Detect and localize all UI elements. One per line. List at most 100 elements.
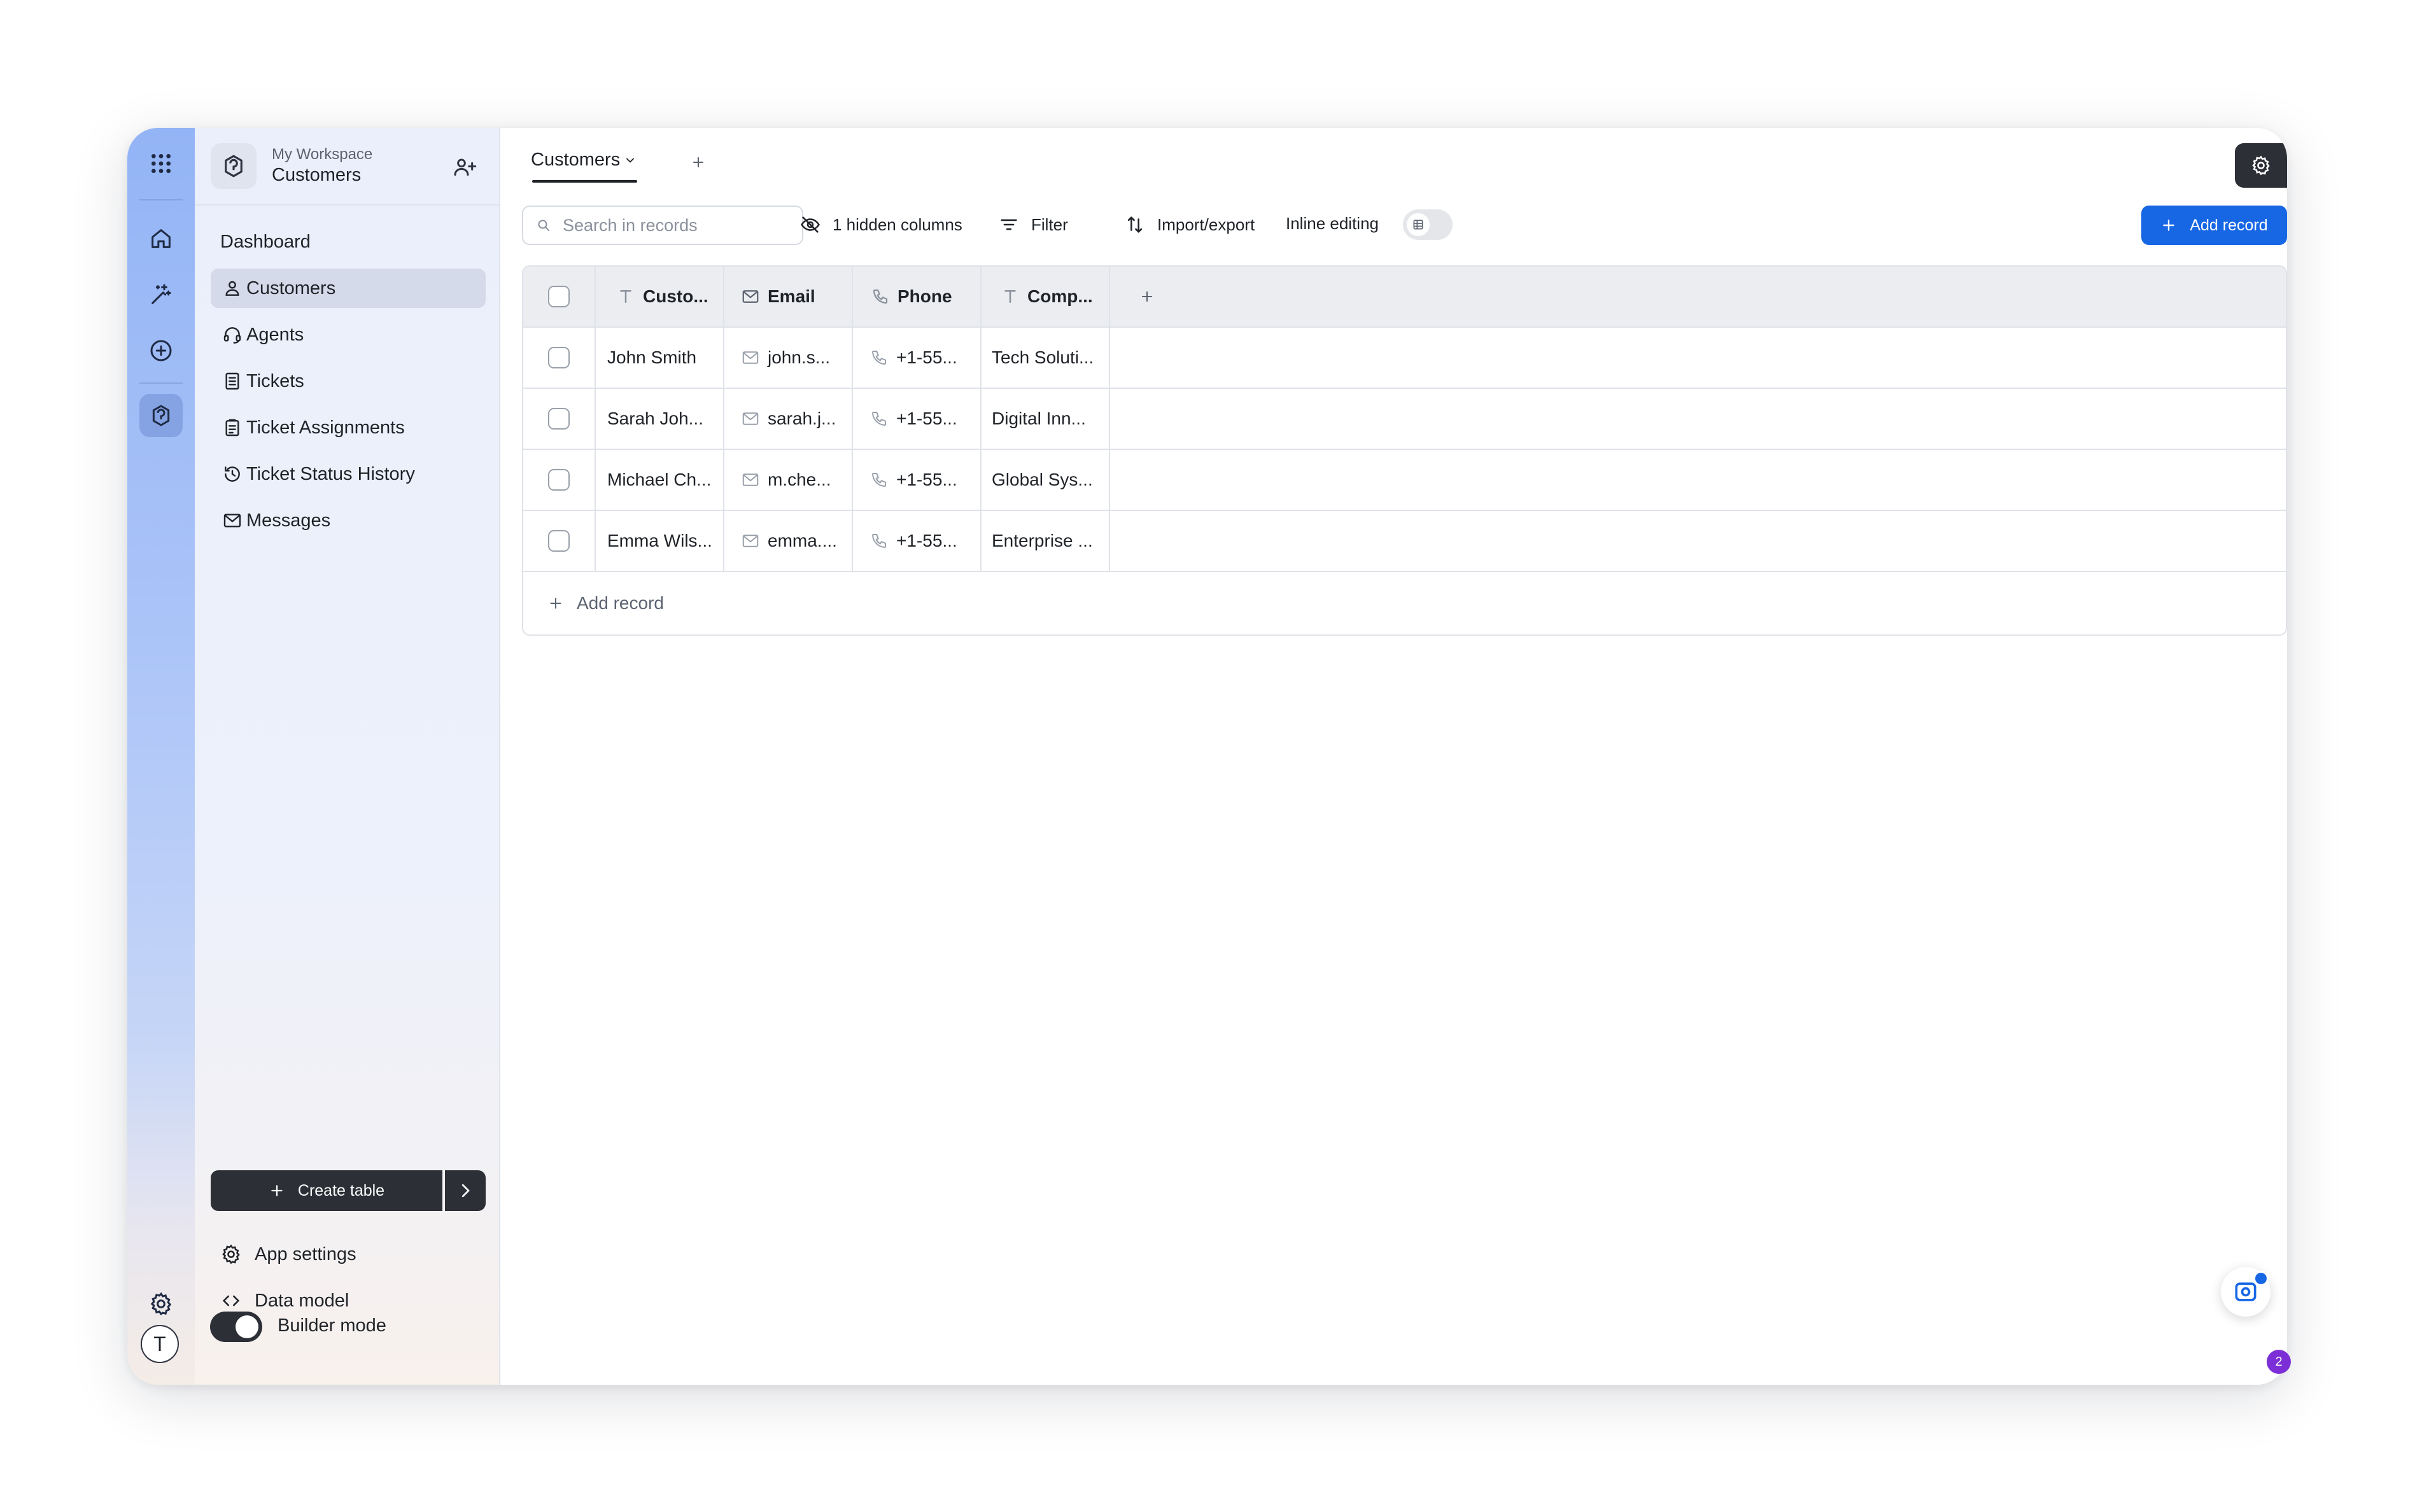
phone-cell[interactable]: +1-55...	[853, 389, 982, 449]
hidden-columns-button[interactable]: 1 hidden columns	[799, 214, 962, 235]
current-app-icon[interactable]	[139, 394, 183, 437]
add-record-row[interactable]: Add record	[523, 572, 2286, 634]
table-row[interactable]: Michael Ch... m.che... +1-55... Global S…	[523, 450, 2286, 511]
sidebar-item-customers[interactable]: Customers	[211, 269, 486, 308]
create-table-label: Create table	[297, 1181, 385, 1200]
app-name[interactable]: Customers	[272, 165, 361, 186]
chevron-down-icon	[626, 158, 635, 163]
phone-cell[interactable]: +1-55...	[853, 328, 982, 388]
sidebar-item-label: Tickets	[246, 370, 304, 391]
select-all-checkbox[interactable]	[548, 286, 570, 307]
inline-editing-text: Inline editing	[1286, 214, 1379, 233]
phone-value: +1-55...	[896, 531, 957, 550]
sidebar-item-ticket-assignments[interactable]: Ticket Assignments	[211, 408, 486, 447]
company-cell[interactable]: Enterprise ...	[982, 511, 1110, 571]
sidebar-item-tickets[interactable]: Tickets	[211, 361, 486, 401]
search-icon	[538, 220, 549, 231]
sidebar-item-label: Ticket Status History	[246, 463, 415, 484]
email-cell[interactable]: emma....	[724, 511, 853, 571]
row-select-cell	[523, 450, 596, 510]
active-tab-indicator	[532, 180, 637, 183]
data-model-link[interactable]: Data model	[220, 1290, 349, 1312]
plus-icon	[550, 598, 561, 609]
create-table-button[interactable]: Create table	[211, 1170, 442, 1211]
document-icon	[222, 371, 243, 391]
company-cell[interactable]: Digital Inn...	[982, 389, 1110, 449]
inline-editing-toggle[interactable]	[1403, 209, 1453, 240]
tab-customers[interactable]: Customers	[531, 150, 637, 171]
view-settings-button[interactable]	[2235, 143, 2287, 188]
column-header-customer[interactable]: Custo...	[596, 267, 724, 326]
magic-wand-icon[interactable]	[139, 273, 183, 316]
company-cell[interactable]: Global Sys...	[982, 450, 1110, 510]
add-record-button[interactable]: Add record	[2141, 206, 2287, 245]
search-input[interactable]	[561, 214, 793, 236]
add-tab-icon[interactable]	[689, 153, 707, 171]
column-header-email[interactable]: Email	[724, 267, 853, 326]
create-table-more-button[interactable]	[445, 1170, 486, 1211]
builder-mode-toggle[interactable]	[210, 1312, 262, 1342]
import-export-icon	[1127, 216, 1143, 233]
user-avatar[interactable]: T	[141, 1325, 179, 1363]
home-icon[interactable]	[139, 217, 183, 260]
add-column-button[interactable]	[1110, 267, 1184, 326]
workspace-name[interactable]: My Workspace	[272, 146, 372, 164]
sidebar-item-agents[interactable]: Agents	[211, 315, 486, 354]
row-select-cell	[523, 389, 596, 449]
row-select-cell	[523, 511, 596, 571]
row-checkbox[interactable]	[548, 530, 570, 552]
app-grid-icon[interactable]	[139, 142, 183, 185]
add-circle-icon[interactable]	[139, 329, 183, 372]
customer-cell[interactable]: Emma Wils...	[596, 511, 724, 571]
import-export-button[interactable]: Import/export	[1124, 214, 1255, 235]
email-cell[interactable]: sarah.j...	[724, 389, 853, 449]
invite-user-icon[interactable]	[451, 153, 479, 181]
row-checkbox[interactable]	[548, 347, 570, 368]
filter-label: Filter	[1031, 214, 1068, 234]
email-cell[interactable]: john.s...	[724, 328, 853, 388]
import-export-label: Import/export	[1157, 214, 1255, 234]
icon-rail: T	[127, 128, 195, 1385]
phone-cell[interactable]: +1-55...	[853, 511, 982, 571]
table-row[interactable]: Sarah Joh... sarah.j... +1-55... Digital…	[523, 389, 2286, 450]
workspace-logo-icon[interactable]	[211, 143, 257, 189]
column-header-company[interactable]: Comp...	[982, 267, 1110, 326]
email-value: sarah.j...	[768, 409, 836, 428]
sidebar: My Workspace Customers Dashboard Custome…	[195, 128, 500, 1385]
workspace-header: My Workspace Customers	[195, 128, 499, 206]
customer-cell[interactable]: Michael Ch...	[596, 450, 724, 510]
phone-icon	[870, 348, 889, 367]
code-icon	[222, 1295, 240, 1306]
table-row[interactable]: John Smith john.s... +1-55... Tech Solut…	[523, 328, 2286, 389]
filter-icon	[1001, 219, 1017, 230]
app-settings-link[interactable]: App settings	[220, 1243, 356, 1265]
column-header-phone[interactable]: Phone	[853, 267, 982, 326]
history-icon	[222, 464, 243, 484]
table-icon	[1413, 220, 1423, 230]
row-checkbox[interactable]	[548, 408, 570, 430]
toggle-knob	[1407, 213, 1430, 236]
table-row[interactable]: Emma Wils... emma.... +1-55... Enterpris…	[523, 511, 2286, 572]
search-box[interactable]	[522, 206, 803, 245]
nav-dashboard[interactable]: Dashboard	[220, 232, 311, 253]
customer-cell[interactable]: Sarah Joh...	[596, 389, 724, 449]
customer-cell[interactable]: John Smith	[596, 328, 724, 388]
filter-button[interactable]: Filter	[998, 214, 1068, 235]
notification-badge[interactable]: 2	[2267, 1350, 2291, 1374]
sidebar-item-ticket-status-history[interactable]: Ticket Status History	[211, 454, 486, 494]
column-header-label: Phone	[898, 286, 952, 306]
add-record-label: Add record	[2190, 216, 2268, 234]
email-cell[interactable]: m.che...	[724, 450, 853, 510]
rail-divider	[139, 199, 183, 200]
phone-cell[interactable]: +1-55...	[853, 450, 982, 510]
gear-icon	[2252, 155, 2270, 176]
help-widget-status-dot	[2253, 1271, 2269, 1286]
row-checkbox[interactable]	[548, 469, 570, 491]
app-settings-label: App settings	[255, 1243, 356, 1264]
sidebar-item-messages[interactable]: Messages	[211, 501, 486, 540]
company-cell[interactable]: Tech Soluti...	[982, 328, 1110, 388]
settings-gear-icon[interactable]	[139, 1282, 183, 1326]
column-header-label: Email	[768, 286, 815, 306]
sidebar-item-label: Customers	[246, 277, 336, 298]
eye-off-icon	[801, 216, 820, 233]
